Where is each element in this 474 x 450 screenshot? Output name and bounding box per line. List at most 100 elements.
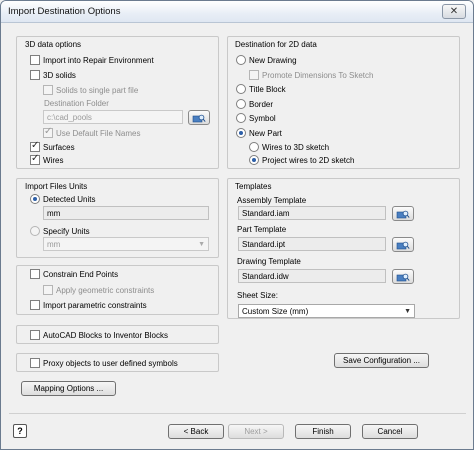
templates-group-label: Templates: [235, 182, 272, 191]
wires-label: Wires: [43, 155, 64, 165]
surfaces-option[interactable]: Surfaces: [30, 140, 75, 152]
dest-folder-field[interactable]: c:\cad_pools: [43, 110, 183, 124]
title-block-option[interactable]: Title Block: [236, 84, 286, 94]
import-repair-checkbox[interactable]: [30, 55, 40, 65]
new-drawing-radio[interactable]: [236, 55, 246, 65]
part-template-label: Part Template: [237, 225, 287, 234]
chevron-down-icon: ▼: [404, 308, 411, 315]
folder-browse-icon: [396, 210, 410, 218]
import-parametric-label: Import parametric constraints: [43, 300, 147, 310]
sheet-size-value: Custom Size (mm): [242, 307, 309, 316]
promote-dims-checkbox[interactable]: [249, 70, 259, 80]
finish-button[interactable]: Finish: [295, 424, 351, 439]
sheet-size-label: Sheet Size:: [237, 291, 278, 300]
surfaces-checkbox[interactable]: [30, 140, 40, 152]
import-parametric-checkbox[interactable]: [30, 300, 40, 310]
cancel-button[interactable]: Cancel: [362, 424, 418, 439]
project-2d-label: Project wires to 2D sketch: [262, 155, 355, 165]
autocad-blocks-checkbox[interactable]: [30, 330, 40, 340]
dest-folder-browse-button[interactable]: [188, 110, 210, 125]
drawing-template-field[interactable]: Standard.idw: [238, 269, 386, 283]
wires-3d-option[interactable]: Wires to 3D sketch: [249, 142, 329, 152]
close-icon: ✕: [449, 5, 459, 17]
project-2d-option[interactable]: Project wires to 2D sketch: [249, 155, 354, 165]
dest2d-group-label: Destination for 2D data: [235, 40, 317, 49]
promote-dims-option[interactable]: Promote Dimensions To Sketch: [249, 70, 373, 80]
proxy-objects-checkbox[interactable]: [30, 358, 40, 368]
next-button[interactable]: Next >: [228, 424, 284, 439]
units-group-label: Import Files Units: [25, 182, 88, 191]
title-bar: Import Destination Options ✕: [1, 1, 473, 23]
chevron-down-icon: ▼: [198, 241, 205, 248]
use-default-names-checkbox[interactable]: [43, 126, 53, 138]
autocad-blocks-option[interactable]: AutoCAD Blocks to Inventor Blocks: [30, 330, 168, 340]
specify-units-radio[interactable]: [30, 226, 40, 236]
folder-browse-icon: [192, 114, 206, 122]
constrain-end-points-checkbox[interactable]: [30, 269, 40, 279]
assembly-template-browse-button[interactable]: [392, 206, 414, 221]
title-block-label: Title Block: [249, 84, 286, 94]
border-radio[interactable]: [236, 99, 246, 109]
detected-units-option[interactable]: Detected Units: [30, 194, 95, 204]
surfaces-label: Surfaces: [43, 142, 75, 152]
specify-units-label: Specify Units: [43, 226, 90, 236]
wires-3d-radio[interactable]: [249, 142, 259, 152]
back-button[interactable]: < Back: [168, 424, 224, 439]
solids-label: 3D solids: [43, 70, 76, 80]
import-destination-dialog: Import Destination Options ✕ 3D data opt…: [0, 0, 474, 450]
sheet-size-select[interactable]: Custom Size (mm) ▼: [238, 304, 415, 318]
wires-3d-label: Wires to 3D sketch: [262, 142, 330, 152]
wires-checkbox[interactable]: [30, 153, 40, 165]
new-part-option[interactable]: New Part: [236, 128, 282, 138]
detected-units-radio[interactable]: [30, 194, 40, 204]
import-repair-label: Import into Repair Environment: [43, 55, 154, 65]
help-button[interactable]: ?: [13, 424, 27, 438]
assembly-template-label: Assembly Template: [237, 196, 307, 205]
use-default-names-label: Use Default File Names: [56, 128, 141, 138]
constrain-end-points-option[interactable]: Constrain End Points: [30, 269, 118, 279]
assembly-template-field[interactable]: Standard.iam: [238, 206, 386, 220]
use-default-names-option[interactable]: Use Default File Names: [43, 126, 141, 138]
solids-checkbox[interactable]: [30, 70, 40, 80]
save-configuration-button[interactable]: Save Configuration ...: [334, 353, 429, 368]
specify-units-select[interactable]: mm ▼: [43, 237, 209, 251]
close-button[interactable]: ✕: [442, 4, 466, 19]
new-drawing-option[interactable]: New Drawing: [236, 55, 297, 65]
dest-folder-label: Destination Folder: [44, 99, 109, 108]
proxy-objects-label: Proxy objects to user defined symbols: [43, 358, 178, 368]
new-part-radio[interactable]: [236, 128, 246, 138]
part-template-field[interactable]: Standard.ipt: [238, 237, 386, 251]
project-2d-radio[interactable]: [249, 155, 259, 165]
footer-divider: [9, 413, 466, 414]
apply-geometric-option[interactable]: Apply geometric constraints: [43, 285, 154, 295]
border-option[interactable]: Border: [236, 99, 273, 109]
solids-option[interactable]: 3D solids: [30, 70, 76, 80]
symbol-option[interactable]: Symbol: [236, 113, 276, 123]
symbol-radio[interactable]: [236, 113, 246, 123]
import-parametric-option[interactable]: Import parametric constraints: [30, 300, 147, 310]
solids-single-checkbox[interactable]: [43, 85, 53, 95]
solids-single-option[interactable]: Solids to single part file: [43, 85, 138, 95]
drawing-template-browse-button[interactable]: [392, 269, 414, 284]
new-part-label: New Part: [249, 128, 282, 138]
proxy-objects-option[interactable]: Proxy objects to user defined symbols: [30, 358, 178, 368]
import-repair-option[interactable]: Import into Repair Environment: [30, 55, 154, 65]
data3d-group-label: 3D data options: [25, 40, 82, 49]
apply-geometric-label: Apply geometric constraints: [56, 285, 155, 295]
help-icon: ?: [17, 426, 23, 436]
folder-browse-icon: [396, 273, 410, 281]
folder-browse-icon: [396, 241, 410, 249]
wires-option[interactable]: Wires: [30, 153, 64, 165]
autocad-blocks-label: AutoCAD Blocks to Inventor Blocks: [43, 330, 168, 340]
specify-units-value: mm: [47, 240, 61, 249]
title-block-radio[interactable]: [236, 84, 246, 94]
border-label: Border: [249, 99, 274, 109]
solids-single-label: Solids to single part file: [56, 85, 139, 95]
specify-units-option[interactable]: Specify Units: [30, 226, 90, 236]
symbol-label: Symbol: [249, 113, 276, 123]
apply-geometric-checkbox[interactable]: [43, 285, 53, 295]
mapping-options-button[interactable]: Mapping Options ...: [21, 381, 116, 396]
new-drawing-label: New Drawing: [249, 55, 297, 65]
detected-units-label: Detected Units: [43, 194, 96, 204]
part-template-browse-button[interactable]: [392, 237, 414, 252]
